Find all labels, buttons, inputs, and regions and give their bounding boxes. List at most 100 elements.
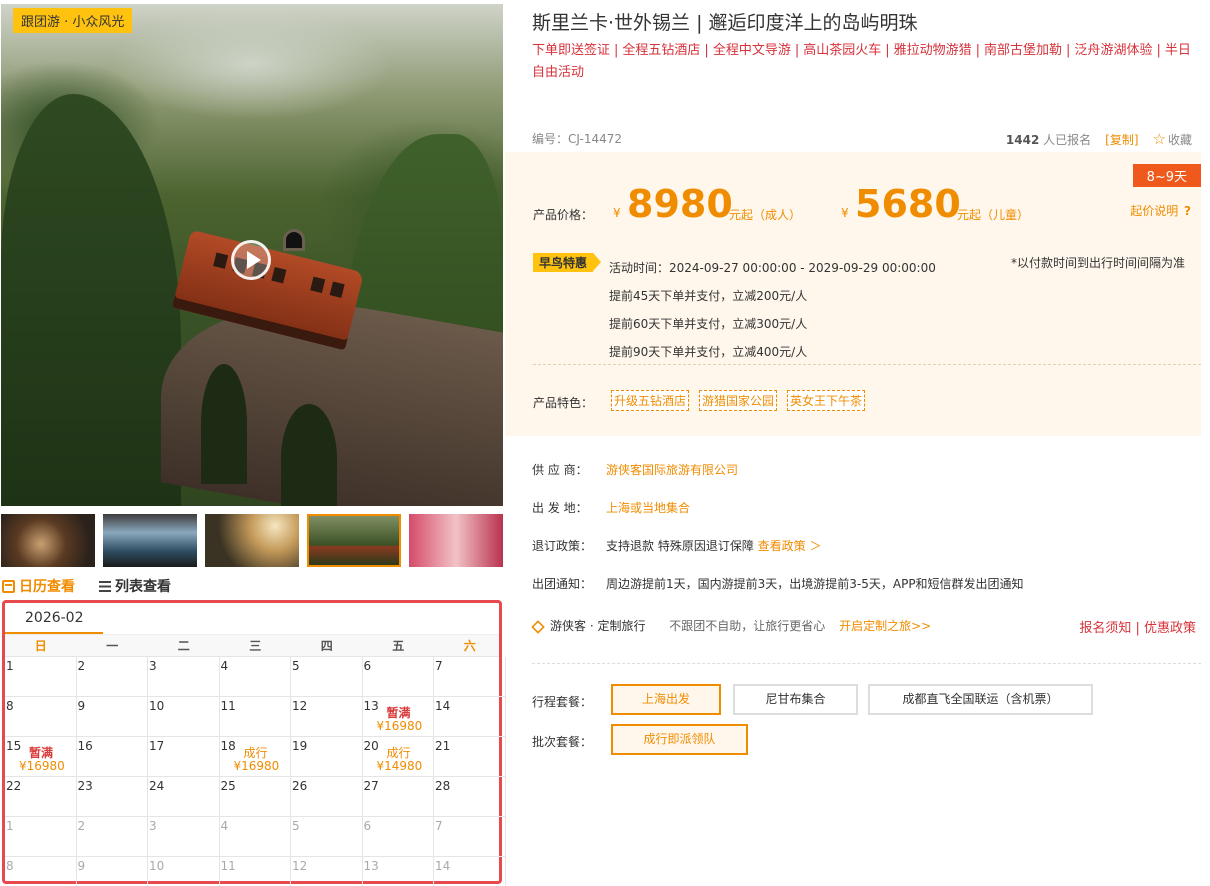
signup-notice-link[interactable]: 报名须知 (1079, 621, 1131, 636)
calendar-day-cell[interactable]: 4 (219, 657, 291, 697)
weekday-label: 一 (106, 639, 119, 653)
departure-calendar: 2026-02 日一二三四五六 1 2 3 4 5 6 7 8 9 10 11 12 13 暂满 ¥1698… (2, 600, 506, 886)
route-option-chengdu[interactable]: 成都直飞全国联运（含机票） (868, 684, 1093, 715)
highlight-tag: 全程五钻酒店 (622, 43, 701, 58)
day-number: 18 (220, 739, 236, 753)
train-window (310, 276, 326, 294)
feature-tag: 升级五钻酒店 (611, 390, 690, 411)
calendar-day-cell[interactable]: 17 (148, 737, 220, 777)
calendar-day-cell[interactable]: 7 (434, 817, 506, 857)
calendar-day-cell[interactable]: 16 (76, 737, 148, 777)
hero-forest-left (1, 94, 181, 506)
calendar-day-cell[interactable]: 12 (291, 857, 363, 886)
day-number: 26 (292, 779, 308, 793)
currency-symbol: ¥ (613, 206, 621, 220)
calendar-day-cell[interactable]: 25 (219, 777, 291, 817)
calendar-day-cell[interactable]: 10 (148, 697, 220, 737)
copy-link[interactable]: [复制] (1105, 131, 1138, 148)
calendar-day-cell[interactable]: 26 (291, 777, 363, 817)
tab-calendar-view[interactable]: 日历查看 (2, 576, 75, 596)
calendar-day-cell[interactable]: 3 (148, 657, 220, 697)
calendar-day-cell[interactable]: 19 (291, 737, 363, 777)
calendar-day-cell[interactable]: 1 (5, 817, 77, 857)
calendar-day-cell[interactable]: 2 (76, 657, 148, 697)
tour-type-tag: 跟团游 · 小众风光 (13, 8, 133, 33)
calendar-day-cell[interactable]: 10 (148, 857, 220, 886)
calendar-day-cell[interactable]: 14 (434, 857, 506, 886)
calendar-day-cell[interactable]: 13 暂满 ¥16980 (362, 697, 434, 737)
highlight-tag: 下单即送签证 (532, 43, 611, 58)
tab-list-view[interactable]: 列表查看 (99, 576, 171, 596)
calendar-day-cell[interactable]: 9 (77, 857, 148, 886)
hero-image[interactable]: 跟团游 · 小众风光 (1, 4, 503, 506)
favorite-button[interactable]: ☆ 收藏 (1153, 130, 1192, 148)
price-panel: 8~9天 产品价格： ¥ 8980 元起（成人） ¥ 5680 元起（儿童） 起… (505, 152, 1201, 436)
calendar-day-cell[interactable]: 24 (148, 777, 220, 817)
calendar-day-cell[interactable]: 11 (220, 857, 291, 886)
calendar-day-cell[interactable]: 2 (76, 817, 148, 857)
divider (533, 364, 1201, 365)
thumbnail[interactable] (205, 514, 299, 567)
supplier-link[interactable]: 游侠客国际旅游有限公司 (606, 463, 738, 477)
calendar-day-cell[interactable]: 5 (291, 657, 363, 697)
custom-travel-link[interactable]: 开启定制之旅>> (839, 619, 931, 633)
calendar-day-cell[interactable]: 6 (362, 657, 434, 697)
calendar-day-cell[interactable]: 3 (148, 817, 220, 857)
feature-tag: 英女王下午茶 (787, 390, 866, 411)
play-video-icon[interactable] (231, 240, 271, 280)
route-package-label: 行程套餐： (532, 695, 593, 709)
thumbnail[interactable] (409, 514, 503, 567)
tag-separator: | (1066, 43, 1071, 58)
calendar-day-cell[interactable]: 23 (76, 777, 148, 817)
day-number: 3 (149, 659, 157, 673)
view-policy-link[interactable]: 查看政策 ＞ (758, 539, 822, 553)
calendar-day-cell[interactable]: 18 成行 ¥16980 (219, 737, 291, 777)
calendar-day-cell[interactable]: 13 (363, 857, 434, 886)
calendar-day-cell[interactable]: 28 (434, 777, 506, 817)
duration-badge: 8~9天 (1132, 164, 1201, 187)
calendar-day-cell[interactable]: 12 (291, 697, 363, 737)
calendar-day-cell[interactable]: 11 (219, 697, 291, 737)
signup-number: 1442 (1005, 132, 1040, 147)
promo-rule: 提前45天下单并支付，立减200元/人 (609, 289, 808, 303)
batch-option-leader[interactable]: 成行即派领队 (611, 724, 748, 755)
day-number: 8 (6, 859, 14, 873)
calendar-day-cell[interactable]: 8 (5, 697, 77, 737)
calendar-icon (2, 579, 15, 593)
calendar-day-cell[interactable]: 20 成行 ¥14980 (362, 737, 434, 777)
custom-slogan: 不跟团不自助，让旅行更省心 (669, 619, 826, 633)
calendar-month[interactable]: 2026-02 (19, 610, 90, 626)
weekday-label: 五 (392, 639, 405, 653)
question-icon: ? (1184, 204, 1191, 218)
calendar-day-cell[interactable]: 8 (5, 857, 77, 886)
day-number: 4 (220, 659, 229, 673)
route-option-negombo[interactable]: 尼甘布集合 (733, 684, 858, 715)
departure-row: 出 发 地： 上海或当地集合 (532, 499, 690, 516)
day-price: ¥14980 (376, 759, 423, 773)
features-label: 产品特色： (533, 396, 594, 410)
calendar-day-cell[interactable]: 21 (434, 737, 506, 777)
calendar-day-cell[interactable]: 22 (5, 777, 77, 817)
calendar-day-cell[interactable]: 7 (434, 657, 506, 697)
calendar-day-cell[interactable]: 9 (76, 697, 148, 737)
discount-policy-link[interactable]: 优惠政策 (1144, 621, 1196, 636)
calendar-day-cell[interactable]: 1 (5, 657, 77, 697)
calendar-grid: 1 2 3 4 5 6 7 8 9 10 11 12 13 暂满 ¥16980 14 15 暂满 ¥16980 16 1… (5, 657, 506, 886)
calendar-day-cell[interactable]: 4 (219, 817, 291, 857)
calendar-day-cell[interactable]: 14 (434, 697, 506, 737)
promo-details: 活动时间：2024-09-27 00:00:00 - 2029-09-29 00… (609, 254, 936, 366)
thumbnail-active[interactable] (307, 514, 401, 567)
calendar-day-cell[interactable]: 5 (291, 817, 363, 857)
route-option-shanghai[interactable]: 上海出发 (611, 684, 721, 715)
calendar-day-cell[interactable]: 15 暂满 ¥16980 (5, 737, 77, 777)
batch-package-label: 批次套餐： (532, 735, 593, 749)
thumbnail[interactable] (103, 514, 197, 567)
day-number: 2 (77, 659, 86, 673)
departure-label: 出 发 地： (532, 501, 588, 515)
day-number: 4 (220, 819, 229, 833)
price-explanation-link[interactable]: 起价说明 ? (1130, 202, 1191, 219)
thumbnail[interactable] (1, 514, 95, 567)
calendar-day-cell[interactable]: 6 (362, 817, 434, 857)
calendar-day-cell[interactable]: 27 (362, 777, 434, 817)
price-explanation-label: 起价说明 (1130, 204, 1179, 218)
